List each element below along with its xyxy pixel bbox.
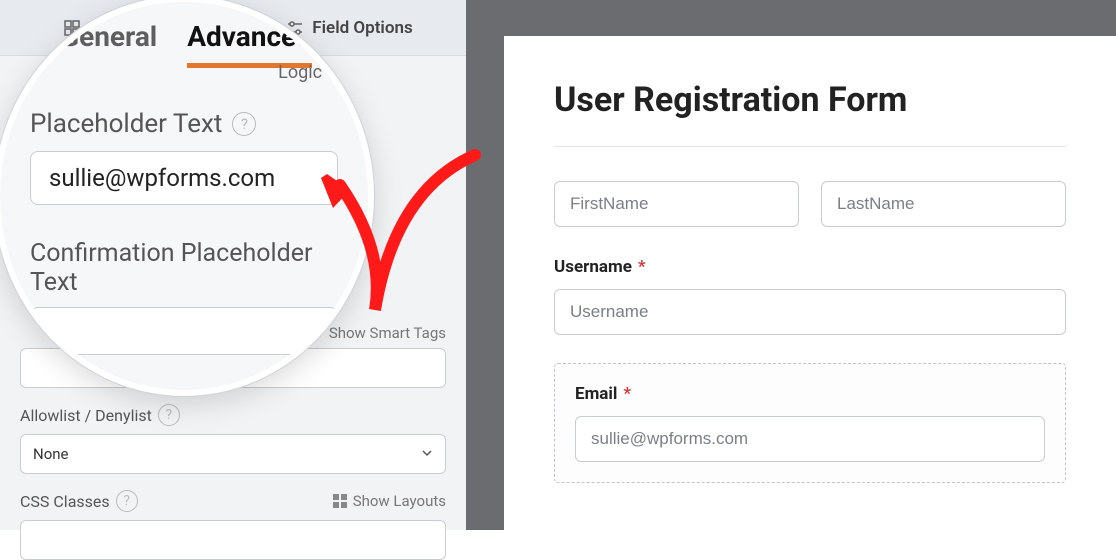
- tab-field-options-label: Field Options: [312, 18, 412, 38]
- email-label: Email: [575, 384, 617, 404]
- grid-icon: [63, 19, 81, 37]
- username-label: Username: [554, 257, 632, 277]
- show-layouts-label: Show Layouts: [353, 492, 446, 510]
- chevron-right-icon: ›: [318, 324, 323, 342]
- username-input[interactable]: [554, 289, 1066, 335]
- tab-add-fields-label: Add Fields: [89, 18, 169, 38]
- preview-card: User Registration Form Username * Email …: [504, 36, 1116, 530]
- sliders-icon: [286, 19, 304, 37]
- allowlist-select[interactable]: None: [20, 434, 446, 474]
- layout-grid-icon: [333, 494, 347, 508]
- username-block: Username *: [554, 257, 1066, 335]
- last-name-input[interactable]: [821, 181, 1066, 227]
- allowlist-label-row: Allowlist / Denylist ?: [20, 388, 446, 434]
- help-icon[interactable]: ?: [116, 490, 138, 512]
- css-classes-input[interactable]: [20, 520, 446, 560]
- required-asterisk: *: [638, 257, 646, 277]
- preview-area: User Registration Form Username * Email …: [466, 0, 1116, 530]
- required-asterisk: *: [623, 384, 631, 404]
- name-row: [554, 181, 1066, 227]
- allowlist-value: None: [33, 445, 69, 463]
- css-classes-row: CSS Classes ? Show Layouts: [20, 474, 446, 520]
- tab-add-fields[interactable]: Add Fields: [0, 0, 233, 55]
- form-title: User Registration Form: [554, 80, 1066, 147]
- first-name-input[interactable]: [554, 181, 799, 227]
- chevron-down-icon: [421, 445, 433, 463]
- allowlist-label: Allowlist / Denylist: [20, 406, 152, 425]
- email-block[interactable]: Email *: [554, 363, 1066, 483]
- sidebar-tabs: Add Fields Field Options: [0, 0, 466, 56]
- sidebar: Add Fields Field Options ‹ › Show Smart …: [0, 0, 466, 530]
- chevron-left-icon: ‹: [308, 324, 313, 342]
- confirmation-placeholder-input[interactable]: [20, 348, 446, 388]
- email-input[interactable]: [575, 416, 1045, 462]
- css-classes-label: CSS Classes: [20, 492, 110, 511]
- show-smart-tags-label: Show Smart Tags: [329, 324, 446, 342]
- tab-field-options[interactable]: Field Options: [233, 0, 466, 55]
- help-icon[interactable]: ?: [158, 404, 180, 426]
- show-smart-tags-link[interactable]: ‹ › Show Smart Tags: [20, 316, 446, 348]
- show-layouts-link[interactable]: Show Layouts: [333, 492, 446, 510]
